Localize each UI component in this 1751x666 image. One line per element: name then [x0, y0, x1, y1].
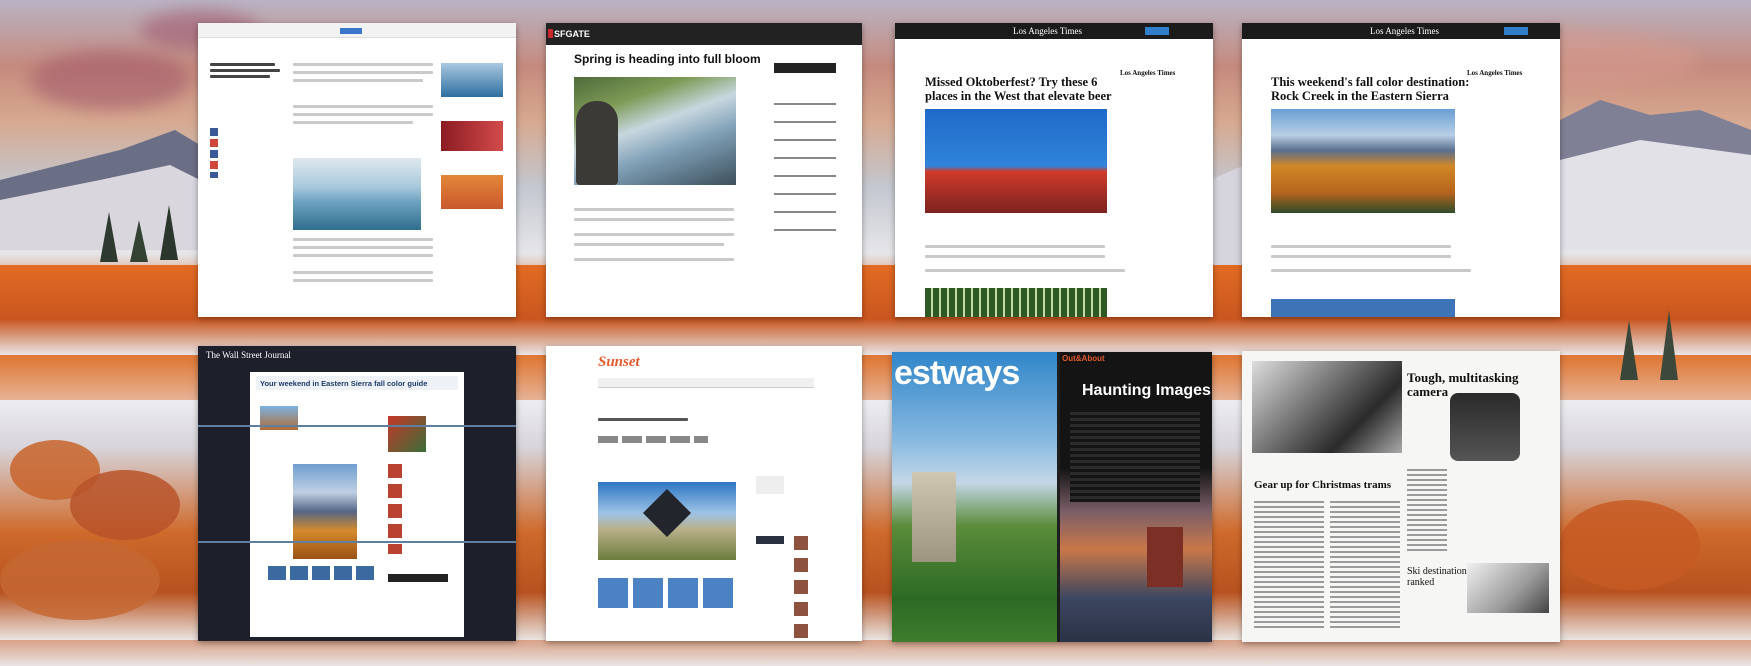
sunset-nav-bar	[598, 378, 814, 388]
desktop-wallpaper-scene: SFGATE Spring is heading into full bloom…	[0, 0, 1751, 666]
text-line	[598, 418, 688, 421]
article-headline: Gear up for Christmas trams	[1254, 479, 1392, 491]
text-block	[1070, 412, 1200, 502]
text-line	[293, 271, 433, 274]
beer-festival-photo	[925, 109, 1107, 213]
pine-tree	[160, 205, 178, 260]
orange-bush	[1560, 500, 1700, 590]
side-thumbnails	[794, 536, 808, 641]
share-icon-column	[210, 128, 218, 178]
text-line	[293, 238, 433, 241]
text-line	[293, 121, 413, 124]
headline-line	[210, 69, 280, 72]
text-line	[925, 245, 1105, 248]
latimes-masthead: Los Angeles Times	[1013, 26, 1083, 36]
article-headline: Spring is heading into full bloom	[574, 52, 761, 66]
subscribe-button	[1504, 27, 1528, 35]
ski-photo	[1467, 563, 1549, 613]
window-thumbnail-sunset[interactable]: Sunset	[546, 346, 862, 641]
girl-photo	[1252, 361, 1402, 453]
domed-building	[912, 472, 956, 562]
text-line	[293, 79, 423, 82]
video-thumbnails-row	[598, 578, 734, 608]
window-thumbnail-latimes-oktoberfest[interactable]: Los Angeles Times Missed Oktoberfest? Tr…	[895, 23, 1213, 317]
text-line	[574, 258, 734, 261]
forest-photo	[925, 288, 1107, 317]
text-line	[574, 233, 734, 236]
text-column	[1254, 501, 1324, 631]
article-headline: Haunting Images	[1082, 382, 1211, 399]
pine-tree	[1660, 310, 1678, 380]
text-line	[293, 279, 433, 282]
wsj-banner-text: Your weekend in Eastern Sierra fall colo…	[260, 379, 428, 388]
bottom-photo	[1271, 299, 1455, 317]
pine-tree	[100, 212, 118, 262]
text-column	[1407, 469, 1447, 554]
scroll-guide-line	[198, 425, 516, 427]
text-line	[293, 105, 433, 108]
article-headline: This weekend's fall color destination: R…	[1271, 75, 1470, 103]
ski-headline: Ski destination ranked	[1407, 566, 1467, 588]
person-silhouette	[576, 101, 618, 185]
pine-tree	[1620, 320, 1638, 380]
text-line	[293, 63, 433, 66]
feature-photo	[293, 464, 357, 559]
article-headline: Missed Oktoberfest? Try these 6 places i…	[925, 75, 1112, 103]
sfgate-logo: SFGATE	[554, 29, 590, 39]
side-panel-header	[388, 574, 448, 582]
westways-section-label: Out&About	[1062, 354, 1105, 363]
window-thumbnail-westways[interactable]: estways Out&About Haunting Images	[892, 352, 1212, 642]
church-silhouette	[1147, 527, 1183, 587]
orange-bush	[70, 470, 180, 540]
thumbnail-strip	[268, 566, 376, 580]
text-line	[293, 113, 433, 116]
headline-line	[210, 75, 270, 78]
sidebar-photo	[441, 175, 503, 209]
text-line	[925, 255, 1105, 258]
sunset-logo: Sunset	[598, 354, 640, 370]
text-line	[574, 208, 734, 211]
text-line	[293, 246, 433, 249]
text-column	[1330, 501, 1400, 631]
westways-logo: estways	[894, 354, 1020, 392]
side-button	[756, 536, 784, 544]
wsj-masthead: The Wall Street Journal	[206, 350, 291, 360]
camera-photo	[1450, 393, 1520, 461]
pine-tree	[130, 220, 148, 262]
sfgate-logo-mark	[548, 29, 553, 38]
sidebar-label: Los Angeles Times	[1120, 69, 1176, 77]
window-thumbnail-wsj[interactable]: The Wall Street Journal Your weekend in …	[198, 346, 516, 641]
text-line	[925, 269, 1125, 272]
window-thumbnail-news-article[interactable]	[198, 23, 516, 317]
text-line	[1271, 245, 1451, 248]
sidebar-list	[774, 93, 836, 243]
sidebar-header	[774, 63, 836, 73]
text-line	[574, 243, 724, 246]
sfgate-nav-bar	[546, 23, 862, 45]
orange-bush	[0, 540, 160, 620]
window-thumbnail-latimes-fall-color[interactable]: Los Angeles Times This weekend's fall co…	[1242, 23, 1560, 317]
text-line	[1271, 269, 1471, 272]
headline-line	[210, 63, 275, 66]
filter-tabs	[598, 436, 708, 443]
scroll-guide-line	[198, 541, 516, 543]
text-line	[574, 218, 734, 221]
text-line	[1271, 255, 1451, 258]
sidebar-photo	[441, 121, 503, 151]
header-button	[340, 28, 362, 34]
glacier-photo	[293, 158, 421, 230]
sidebar-label: Los Angeles Times	[1467, 69, 1523, 77]
latimes-masthead: Los Angeles Times	[1370, 26, 1440, 36]
sidebar-photo	[441, 63, 503, 97]
text-line	[293, 254, 433, 257]
window-thumbnail-sfgate[interactable]: SFGATE Spring is heading into full bloom	[546, 23, 862, 317]
side-ad-slot	[756, 476, 784, 494]
subscribe-button	[1145, 27, 1169, 35]
side-gallery	[388, 416, 426, 452]
text-line	[293, 71, 433, 74]
rock-creek-photo	[1271, 109, 1455, 213]
window-thumbnail-print-newspaper[interactable]: Tough, multitasking camera Gear up for C…	[1242, 351, 1560, 642]
